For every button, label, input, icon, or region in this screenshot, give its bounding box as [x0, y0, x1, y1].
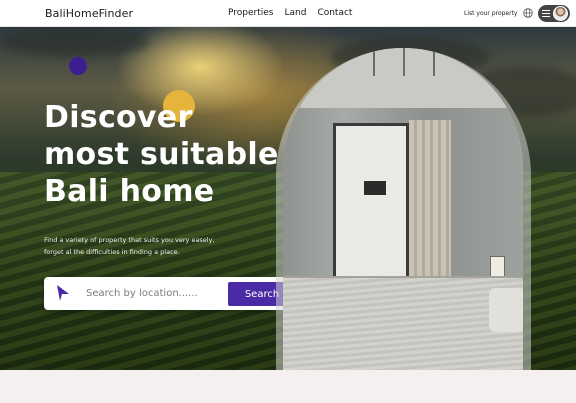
search-input[interactable]	[86, 285, 226, 302]
avatar	[553, 6, 568, 21]
user-menu-button[interactable]	[538, 5, 570, 22]
hero-subtitle: Find a variety of property that suits yo…	[44, 234, 274, 258]
ceiling-line	[403, 48, 405, 76]
ceiling-line	[433, 48, 435, 76]
headline-line: Discover	[44, 100, 193, 135]
top-navbar: BaliHomeFinder Properties Land Contact L…	[0, 0, 576, 27]
decorative-purple-dot	[69, 57, 87, 75]
headline-line: most suitable	[44, 137, 279, 172]
headline-line: Bali home	[44, 174, 215, 209]
hero-headline: Discover most suitable Bali home	[44, 99, 294, 210]
room-image	[283, 48, 523, 382]
below-fold-band	[0, 370, 576, 403]
list-property-link[interactable]: List your property	[464, 10, 517, 17]
globe-icon[interactable]	[523, 8, 533, 18]
cloud	[0, 27, 150, 57]
ceiling-line	[373, 48, 375, 76]
nav-link-properties[interactable]: Properties	[228, 8, 273, 18]
wall-picture	[364, 181, 386, 195]
nav-link-land[interactable]: Land	[284, 8, 306, 18]
subtitle-line: forget al the difficulties in finding a …	[44, 248, 180, 256]
location-arrow-icon	[57, 285, 69, 301]
hamburger-icon	[540, 8, 551, 19]
curtain	[409, 120, 451, 285]
doorway	[333, 123, 409, 281]
nav-links: Properties Land Contact	[228, 8, 352, 18]
logo[interactable]: BaliHomeFinder	[45, 7, 133, 20]
subtitle-line: Find a variety of property that suits yo…	[44, 236, 215, 244]
location-search-bar: Search	[44, 277, 302, 310]
pillow	[489, 288, 523, 332]
bed	[283, 278, 523, 382]
nav-link-contact[interactable]: Contact	[317, 8, 352, 18]
